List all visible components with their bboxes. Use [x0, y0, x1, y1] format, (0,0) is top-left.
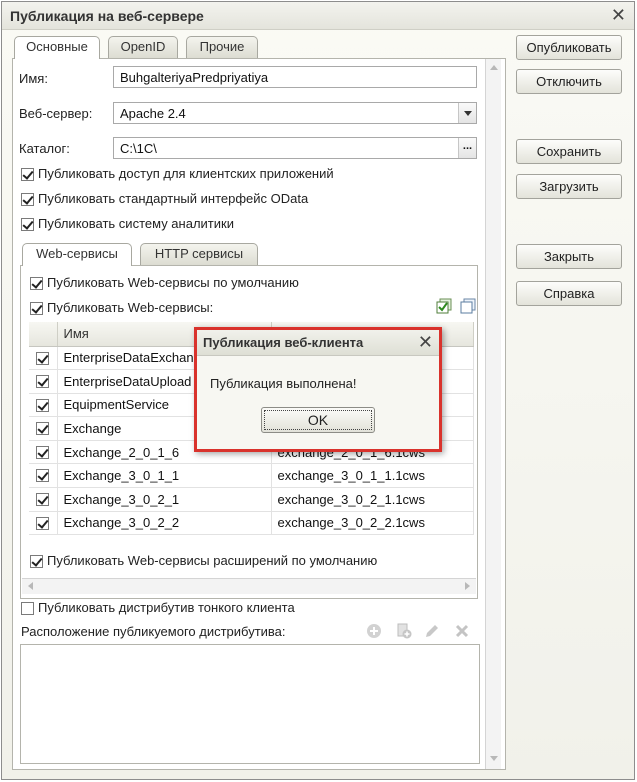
copy-icon[interactable]	[396, 623, 412, 639]
row-checkbox[interactable]	[36, 445, 49, 459]
row-name: Exchange_3_0_1_1	[57, 463, 272, 489]
catalog-label: Каталог:	[19, 141, 70, 156]
thin-client-checkbox[interactable]	[21, 602, 34, 615]
scroll-down-icon[interactable]	[490, 756, 498, 761]
ws-publish-checkbox[interactable]	[30, 302, 43, 315]
web-server-label: Веб-сервер:	[19, 106, 93, 121]
delete-icon[interactable]	[454, 623, 470, 639]
uncheck-all-icon[interactable]	[460, 298, 476, 314]
edit-icon[interactable]	[424, 623, 440, 639]
row-file: exchange_3_0_1_1.1cws	[271, 463, 474, 489]
row-checkbox[interactable]	[36, 493, 49, 507]
row-checkbox[interactable]	[36, 351, 49, 365]
odata-checkbox[interactable]	[21, 193, 34, 206]
add-icon[interactable]	[366, 623, 382, 639]
ws-ext-label: Публиковать Web-сервисы расширений по ум…	[47, 553, 378, 568]
row-checkbox[interactable]	[36, 516, 49, 530]
row-checkbox[interactable]	[36, 422, 49, 436]
row-name: Exchange_3_0_2_1	[57, 487, 272, 512]
window-title: Публикация на веб-сервере	[10, 8, 204, 24]
tab-web-services[interactable]: Web-сервисы	[22, 243, 132, 266]
table-row[interactable]: Exchange_3_0_2_1 exchange_3_0_2_1.1cws	[29, 487, 474, 512]
table-header-check	[29, 322, 58, 347]
thin-client-label: Публиковать дистрибутив тонкого клиента	[38, 600, 295, 615]
dialog-titlebar: Публикация веб-клиента ✕	[197, 330, 439, 356]
ws-default-checkbox[interactable]	[30, 277, 43, 290]
dialog-close-icon[interactable]: ✕	[418, 332, 433, 353]
scroll-left-icon[interactable]	[28, 582, 33, 590]
row-file: exchange_3_0_2_2.1cws	[271, 511, 474, 536]
table-row[interactable]: Exchange_3_0_2_2 exchange_3_0_2_2.1cws	[29, 511, 474, 536]
tab-other[interactable]: Прочие	[186, 36, 258, 58]
web-server-value: Apache 2.4	[120, 106, 186, 121]
client-apps-checkbox[interactable]	[21, 168, 34, 181]
tab-main[interactable]: Основные	[14, 36, 100, 59]
dialog-message: Публикация выполнена!	[210, 376, 357, 391]
ws-default-label: Публиковать Web-сервисы по умолчанию	[47, 275, 299, 290]
disable-button[interactable]: Отключить	[516, 69, 622, 94]
row-name: Exchange_3_0_2_2	[57, 511, 272, 536]
window-close-icon[interactable]: ✕	[611, 5, 626, 26]
dialog-title: Публикация веб-клиента	[203, 335, 364, 350]
web-server-select[interactable]: Apache 2.4	[113, 102, 477, 124]
check-all-icon[interactable]	[436, 298, 452, 314]
close-button[interactable]: Закрыть	[516, 244, 622, 269]
ws-publish-label: Публиковать Web-сервисы:	[47, 300, 214, 315]
ws-horizontal-scrollbar[interactable]	[22, 578, 476, 594]
main-panel-scrollbar[interactable]	[485, 59, 501, 769]
save-button[interactable]: Сохранить	[516, 139, 622, 164]
row-checkbox[interactable]	[36, 375, 49, 389]
analytics-checkbox[interactable]	[21, 218, 34, 231]
ws-ext-checkbox[interactable]	[30, 555, 43, 568]
scroll-right-icon[interactable]	[465, 582, 470, 590]
row-checkbox[interactable]	[36, 469, 49, 483]
distrib-location-label: Расположение публикуемого дистрибутива:	[21, 624, 286, 639]
chevron-down-icon[interactable]	[458, 103, 476, 123]
name-label: Имя:	[19, 71, 48, 86]
publish-button[interactable]: Опубликовать	[516, 35, 622, 60]
catalog-browse-button[interactable]: ...	[458, 138, 476, 158]
row-file: exchange_3_0_2_1.1cws	[271, 487, 474, 512]
tab-http-services[interactable]: HTTP сервисы	[140, 243, 258, 265]
load-button[interactable]: Загрузить	[516, 174, 622, 199]
client-apps-label: Публиковать доступ для клиентских прилож…	[38, 166, 334, 181]
help-button[interactable]: Справка	[516, 281, 622, 306]
scroll-up-icon[interactable]	[490, 65, 498, 70]
name-input[interactable]: BuhgalteriyaPredpriyatiya	[113, 66, 477, 88]
window-titlebar: Публикация на веб-сервере ✕	[2, 2, 634, 30]
web-client-publication-dialog: Публикация веб-клиента ✕ Публикация выпо…	[194, 327, 442, 452]
analytics-label: Публиковать систему аналитики	[38, 216, 234, 231]
odata-label: Публиковать стандартный интерфейс OData	[38, 191, 309, 206]
ok-button[interactable]: OK	[261, 407, 375, 433]
catalog-input[interactable]: C:\1C\ ...	[113, 137, 477, 159]
distrib-list[interactable]	[20, 644, 480, 764]
row-checkbox[interactable]	[36, 398, 49, 412]
tab-openid[interactable]: OpenID	[108, 36, 178, 58]
table-row[interactable]: Exchange_3_0_1_1 exchange_3_0_1_1.1cws	[29, 463, 474, 489]
catalog-value: C:\1C\	[120, 141, 157, 156]
